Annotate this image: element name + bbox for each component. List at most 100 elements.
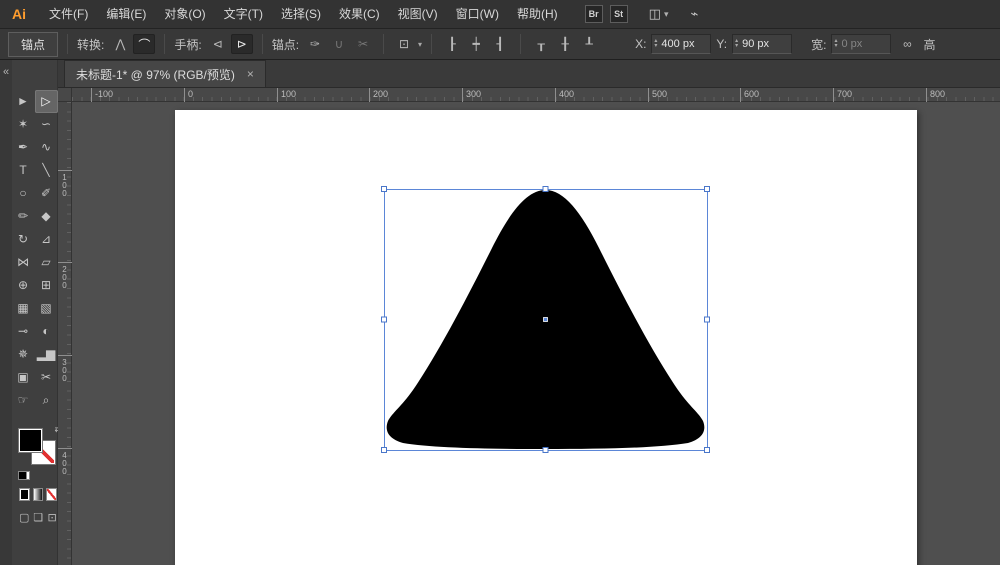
handles-label: 手柄: (174, 36, 201, 53)
hide-handles-icon[interactable]: ⊳ (231, 34, 253, 54)
remove-anchor-icon[interactable]: ✑ (304, 34, 326, 54)
connect-endpoints-icon[interactable]: ∪ (328, 34, 350, 54)
link-icon[interactable]: ∞ (896, 34, 918, 54)
eraser-tool[interactable]: ◆ (35, 205, 58, 228)
convert-anchor-corner-icon[interactable]: ⋀ (109, 34, 131, 54)
draw-inside-icon[interactable]: ⊡ (47, 511, 57, 525)
default-fill-stroke-icon[interactable] (18, 471, 30, 480)
document-tab[interactable]: 未标题-1* @ 97% (RGB/预览) × (64, 60, 266, 87)
align-vertical-center-icon[interactable]: ╂ (554, 34, 576, 54)
align-left-icon[interactable]: ┠ (441, 34, 463, 54)
symbol-sprayer-tool[interactable]: ✵ (12, 343, 35, 366)
free-transform-tool[interactable]: ▱ (35, 251, 58, 274)
width-input[interactable]: 0 px (841, 38, 862, 50)
align-right-icon[interactable]: ┨ (489, 34, 511, 54)
chevron-down-icon[interactable]: ▾ (664, 9, 669, 20)
hruler-label: 100 (277, 88, 296, 102)
lasso-tool[interactable]: ∽ (35, 113, 58, 136)
menu-edit[interactable]: 编辑(E) (97, 0, 155, 28)
workspace-layout-icon[interactable]: ◫ (649, 6, 661, 22)
vruler-label: 300 (58, 355, 72, 382)
perspective-grid-tool[interactable]: ⊞ (35, 274, 58, 297)
ellipse-tool[interactable]: ○ (12, 182, 35, 205)
share-icon[interactable]: ⌁ (690, 6, 698, 22)
y-input[interactable]: 90 px (742, 38, 769, 50)
cut-path-icon[interactable]: ✂ (352, 34, 374, 54)
menu-window[interactable]: 窗口(W) (447, 0, 508, 28)
vertical-ruler[interactable]: 100200300400 (58, 102, 72, 565)
align-horizontal-center-icon[interactable]: ┿ (465, 34, 487, 54)
bridge-badge[interactable]: Br (585, 5, 603, 23)
pencil-tool[interactable]: ✏ (12, 205, 35, 228)
menu-object[interactable]: 对象(O) (155, 0, 214, 28)
menu-type[interactable]: 文字(T) (215, 0, 272, 28)
spinner-down-icon[interactable]: ▾ (735, 44, 738, 49)
menu-effect[interactable]: 效果(C) (330, 0, 389, 28)
draw-behind-icon[interactable]: ❏ (33, 511, 43, 525)
canvas[interactable]: -1000100200300400500600700800 1002003004… (58, 88, 1000, 565)
separator (431, 34, 432, 54)
draw-normal-icon[interactable]: ▢ (19, 511, 29, 525)
color-button[interactable] (19, 488, 30, 501)
hruler-label: 700 (833, 88, 852, 102)
mesh-tool[interactable]: ▦ (12, 297, 35, 320)
line-segment-tool[interactable]: ╲ (35, 159, 58, 182)
tools-grid: ►▷✶∽✒∿T╲○✐✏◆↻⊿⋈▱⊕⊞▦▧⊸◐✵▂▆▣✂☞⌕ (12, 90, 57, 412)
stock-badge[interactable]: St (610, 5, 628, 23)
menu-badges: Br St (585, 5, 635, 23)
selection-tool[interactable]: ► (12, 90, 35, 113)
anchor-mode-label: 锚点 (8, 32, 58, 57)
menu-help[interactable]: 帮助(H) (508, 0, 567, 28)
rotate-tool[interactable]: ↻ (12, 228, 35, 251)
align-bottom-icon[interactable]: ┸ (578, 34, 600, 54)
paintbrush-tool[interactable]: ✐ (35, 182, 58, 205)
gradient-button[interactable] (33, 488, 44, 501)
zoom-tool[interactable]: ⌕ (35, 389, 58, 412)
eyedropper-tool[interactable]: ⊸ (12, 320, 35, 343)
illustrator-window: Ai 文件(F)编辑(E)对象(O)文字(T)选择(S)效果(C)视图(V)窗口… (0, 0, 1000, 565)
scale-tool[interactable]: ⊿ (35, 228, 58, 251)
direct-selection-tool[interactable]: ▷ (35, 90, 58, 113)
tab-close-icon[interactable]: × (247, 67, 254, 81)
pen-tool[interactable]: ✒ (12, 136, 35, 159)
width-label: 宽: (811, 36, 826, 53)
none-button[interactable] (46, 488, 57, 501)
curvature-tool[interactable]: ∿ (35, 136, 58, 159)
type-tool[interactable]: T (12, 159, 35, 182)
ruler-origin-box[interactable] (58, 88, 72, 102)
menu-file[interactable]: 文件(F) (40, 0, 97, 28)
chevron-down-icon[interactable]: ▾ (418, 40, 422, 49)
y-field[interactable]: ▴ ▾ 90 px (732, 34, 792, 54)
convert-anchor-smooth-icon[interactable]: ⌒ (133, 34, 155, 54)
menu-select[interactable]: 选择(S) (272, 0, 330, 28)
artboard-tool[interactable]: ▣ (12, 366, 35, 389)
spinner-down-icon[interactable]: ▾ (834, 44, 837, 49)
menu-view[interactable]: 视图(V) (389, 0, 447, 28)
x-input[interactable]: 400 px (661, 38, 694, 50)
separator (67, 34, 68, 54)
gradient-tool[interactable]: ▧ (35, 297, 58, 320)
x-label: X: (635, 37, 646, 51)
horizontal-ruler[interactable]: -1000100200300400500600700800 (72, 88, 1000, 102)
control-bar: 锚点 转换: ⋀⌒ 手柄: ⊲⊳ 锚点: ✑∪✂ ⊡ ▾ ┠┿┨ ┰╂┸ X: … (0, 29, 1000, 60)
width-field[interactable]: ▴ ▾ 0 px (831, 34, 891, 54)
hruler-label: 600 (740, 88, 759, 102)
width-tool[interactable]: ⋈ (12, 251, 35, 274)
spinner-down-icon[interactable]: ▾ (654, 44, 657, 49)
hruler-label: -100 (91, 88, 113, 102)
x-field[interactable]: ▴ ▾ 400 px (651, 34, 711, 54)
collapse-panel-button[interactable]: « (0, 60, 12, 78)
align-top-icon[interactable]: ┰ (530, 34, 552, 54)
hand-tool[interactable]: ☞ (12, 389, 35, 412)
isolate-mode-icon[interactable]: ⊡ (393, 34, 415, 54)
slice-tool[interactable]: ✂ (35, 366, 58, 389)
menu-bar: Ai 文件(F)编辑(E)对象(O)文字(T)选择(S)效果(C)视图(V)窗口… (0, 0, 1000, 29)
blend-tool[interactable]: ◐ (35, 320, 58, 343)
vruler-label: 100 (58, 170, 72, 197)
show-handles-icon[interactable]: ⊲ (207, 34, 229, 54)
column-graph-tool[interactable]: ▂▆ (35, 343, 58, 366)
shape-builder-tool[interactable]: ⊕ (12, 274, 35, 297)
magic-wand-tool[interactable]: ✶ (12, 113, 35, 136)
fill-color-swatch[interactable] (18, 428, 43, 453)
separator (383, 34, 384, 54)
